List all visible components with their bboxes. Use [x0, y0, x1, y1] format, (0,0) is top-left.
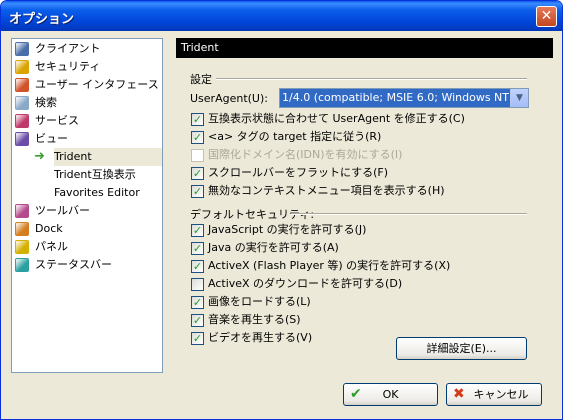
- service-icon: [15, 114, 29, 128]
- checkbox-label: Java の実行を許可する(A): [208, 241, 339, 254]
- tree-item[interactable]: ステータスバー: [15, 256, 161, 274]
- tree-item-label: 検索: [35, 96, 57, 109]
- checkbox-label: スクロールバーをフラットにする(F): [208, 166, 389, 179]
- options-dialog: オプション ✕ クライアント セキュリティユーザー インタフェース 検索サービスビュ…: [0, 0, 563, 420]
- tree-item[interactable]: セキュリティ: [15, 58, 161, 76]
- checkbox[interactable]: ✓: [191, 113, 204, 126]
- ok-button[interactable]: ✔ OK: [343, 383, 438, 406]
- checkbox[interactable]: ✓: [191, 332, 204, 345]
- tree-item-label: Favorites Editor: [54, 186, 140, 199]
- checkbox[interactable]: ✓: [191, 296, 204, 309]
- close-button[interactable]: ✕: [536, 6, 557, 27]
- checkbox-label: ビデオを再生する(V): [208, 331, 313, 344]
- window-title: オプション: [9, 12, 75, 27]
- check-icon: ✔: [350, 386, 362, 402]
- checkbox-label: ActiveX のダウンロードを許可する(D): [208, 277, 403, 290]
- tree-item[interactable]: ビュー: [15, 130, 161, 148]
- checkbox[interactable]: ✓: [191, 260, 204, 273]
- tree-item[interactable]: Dock: [15, 220, 161, 238]
- useragent-label: UserAgent(U):: [190, 92, 268, 105]
- checkbox-label: ActiveX (Flash Player 等) の実行を許可する(X): [208, 259, 451, 272]
- checkbox-label: JavaScript の実行を許可する(J): [208, 223, 367, 236]
- tree-item[interactable]: Favorites Editor: [54, 184, 162, 202]
- tree-item[interactable]: サービス: [15, 112, 161, 130]
- cancel-button[interactable]: ✖ キャンセル: [446, 383, 542, 406]
- tree-item-label: Dock: [35, 222, 63, 235]
- cube-icon: [15, 204, 29, 218]
- tree-item-label: パネル: [35, 240, 68, 253]
- useragent-value[interactable]: 1/4.0 (compatible; MSIE 6.0; Windows NT …: [280, 89, 510, 107]
- users-icon: [15, 78, 29, 92]
- settings-separator: [216, 78, 527, 80]
- checkbox: [191, 149, 204, 162]
- tree-item-label: クライアント: [35, 42, 101, 55]
- tree-item[interactable]: ツールバー: [15, 202, 161, 220]
- checkbox[interactable]: ✓: [191, 224, 204, 237]
- tree-item-label: ユーザー インタフェース: [35, 78, 159, 91]
- cube-icon: [15, 132, 29, 146]
- tree-item-label: ツールバー: [35, 204, 90, 217]
- cube-icon: [15, 222, 29, 236]
- useragent-combobox[interactable]: 1/4.0 (compatible; MSIE 6.0; Windows NT …: [279, 88, 529, 108]
- tree-item-label: ビュー: [35, 132, 68, 145]
- tree-item[interactable]: ユーザー インタフェース: [15, 76, 161, 94]
- tree-item[interactable]: 検索: [15, 94, 161, 112]
- arrow-icon: ➜: [34, 149, 45, 164]
- tree-item[interactable]: パネル: [15, 238, 161, 256]
- client-icon: [15, 42, 29, 56]
- tree-item[interactable]: ➜ Trident: [34, 148, 162, 166]
- category-tree[interactable]: クライアント セキュリティユーザー インタフェース 検索サービスビュー ➜ Triden…: [11, 38, 163, 373]
- shield-icon: [15, 60, 29, 74]
- ok-label: OK: [382, 388, 399, 401]
- checkbox[interactable]: ✓: [191, 185, 204, 198]
- advanced-settings-button[interactable]: 詳細設定(E)...: [396, 337, 527, 360]
- title-bar[interactable]: オプション ✕: [1, 1, 562, 31]
- tree-item-label: セキュリティ: [35, 60, 101, 73]
- tree-item[interactable]: Trident互換表示: [54, 166, 162, 184]
- panel-header: Trident: [176, 38, 553, 58]
- security-separator: [291, 213, 527, 215]
- chevron-down-icon[interactable]: ▼: [510, 89, 528, 107]
- checkbox-label: 国際化ドメイン名(IDN)を有効にする(I): [208, 148, 403, 161]
- tree-item[interactable]: クライアント: [15, 40, 161, 58]
- magnifier-icon: [15, 96, 29, 110]
- checkbox[interactable]: ✓: [191, 314, 204, 327]
- checkbox[interactable]: ✓: [191, 131, 204, 144]
- cancel-label: キャンセル: [473, 388, 529, 401]
- tree-item-label: サービス: [35, 114, 79, 127]
- checkbox-label: <a> タグの target 指定に従う(R): [208, 130, 382, 143]
- checkbox-label: 無効なコンテキストメニュー項目を表示する(H): [208, 184, 445, 197]
- checkbox[interactable]: ✓: [191, 167, 204, 180]
- cube-icon: [15, 258, 29, 272]
- tree-item-label: Trident互換表示: [54, 168, 136, 181]
- checkbox-label: 互換表示状態に合わせて UserAgent を修正する(C): [208, 112, 465, 125]
- settings-group-title: 設定: [190, 73, 212, 86]
- cube-icon: [15, 240, 29, 254]
- x-icon: ✖: [453, 386, 465, 402]
- checkbox[interactable]: [191, 278, 204, 291]
- tree-item-label: ステータスバー: [35, 258, 112, 271]
- checkbox-label: 音楽を再生する(S): [208, 313, 301, 326]
- checkbox-label: 画像をロードする(L): [208, 295, 311, 308]
- tree-item-label: Trident: [54, 150, 92, 163]
- checkbox[interactable]: ✓: [191, 242, 204, 255]
